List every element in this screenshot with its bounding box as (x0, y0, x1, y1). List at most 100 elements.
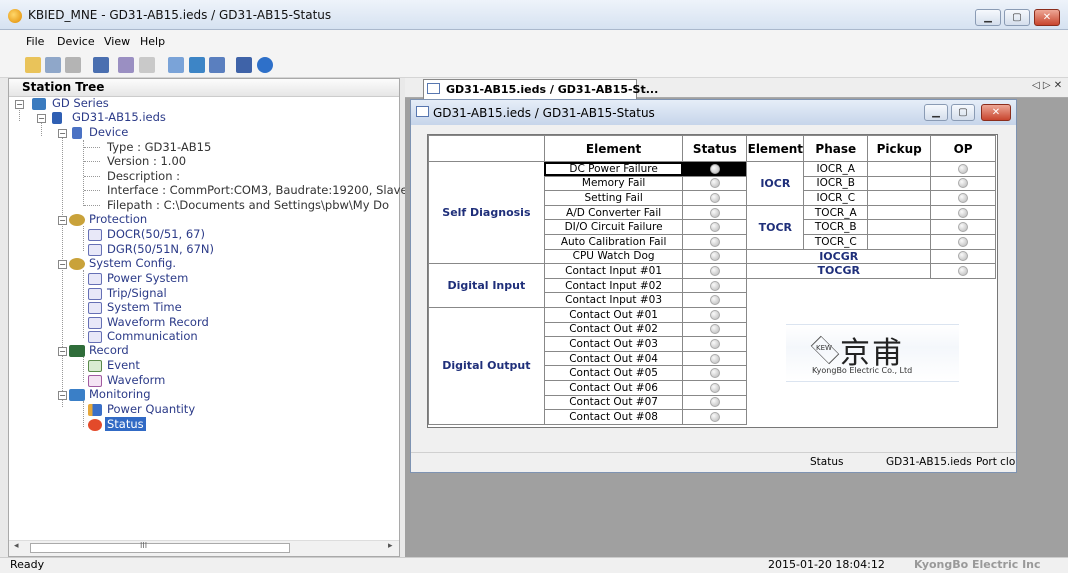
pickup-cell (867, 219, 932, 235)
tree-item-communication[interactable]: Communication (107, 329, 198, 343)
expander-gd-series[interactable]: − (15, 100, 24, 109)
settings-page-icon (88, 317, 102, 329)
expander-device[interactable]: − (58, 129, 67, 138)
tree-item-status[interactable]: Status (105, 417, 146, 431)
device-prop-description: Description : (107, 169, 181, 183)
tree-item-device[interactable]: Device (89, 125, 128, 139)
document-tab-icon (427, 83, 440, 94)
expander-system-config[interactable]: − (58, 260, 67, 269)
expander-monitoring[interactable]: − (58, 391, 67, 400)
window-icon[interactable] (236, 57, 252, 73)
phase-cell: IOCR_B (803, 175, 869, 192)
status-datetime: 2015-01-20 18:04:12 (768, 558, 885, 571)
upload-icon[interactable] (139, 57, 155, 73)
download-icon[interactable] (118, 57, 134, 73)
open-icon[interactable] (25, 57, 41, 73)
tree-item-monitoring[interactable]: Monitoring (89, 387, 151, 401)
device-prop-filepath: Filepath : C:\Documents and Settings\pbw… (107, 198, 390, 212)
tree-scroll-thumb[interactable] (30, 543, 290, 553)
status-cell (682, 248, 748, 265)
status-cell (682, 219, 748, 235)
table-row: Self Diagnosis DC Power Failure IOCR IOC… (428, 160, 996, 265)
grid-icon[interactable] (209, 57, 225, 73)
inner-minimize-button[interactable]: ▁ (924, 104, 948, 121)
op-led-icon (958, 163, 969, 174)
tree-item-power-quantity[interactable]: Power Quantity (107, 402, 195, 416)
element-cell: Contact Out #06 (543, 379, 684, 396)
menu-device[interactable]: Device (57, 35, 95, 48)
tree-line (84, 161, 100, 162)
status-led-icon (709, 207, 720, 218)
tree-item-trip-signal[interactable]: Trip/Signal (107, 286, 167, 300)
element-cell: Contact Out #01 (543, 306, 684, 323)
expander-protection[interactable]: − (58, 216, 67, 225)
op-cell (930, 248, 996, 265)
save-icon[interactable] (45, 57, 61, 73)
element-cell: Contact Input #03 (543, 292, 684, 308)
status-led-icon (709, 295, 720, 306)
tree-item-protection[interactable]: Protection (89, 212, 147, 226)
minimize-button[interactable]: ▁ (975, 9, 1001, 26)
relay-tocr: TOCR (746, 204, 805, 250)
element-cell: Auto Calibration Fail (543, 233, 684, 250)
phase-cell: IOCR_A (803, 161, 869, 177)
tree-item-power-system[interactable]: Power System (107, 271, 188, 285)
status-cell (682, 161, 748, 177)
status-light-icon (88, 419, 102, 431)
tree-item-event[interactable]: Event (107, 358, 140, 372)
tree-line (41, 121, 42, 136)
inner-close-button[interactable]: ✕ (981, 104, 1011, 121)
monitor-icon[interactable] (189, 57, 205, 73)
expander-record[interactable]: − (58, 347, 67, 356)
op-cell (930, 161, 996, 177)
header-relay-element: Element (746, 135, 805, 162)
scroll-right-icon[interactable]: ▸ (388, 541, 393, 551)
tree-item-system-time[interactable]: System Time (107, 300, 182, 314)
pickup-cell (867, 175, 932, 192)
tree-item-record[interactable]: Record (89, 343, 129, 357)
header-status: Status (682, 135, 748, 162)
tree-line (84, 147, 100, 148)
relay-tocgr: TOCGR (746, 263, 932, 279)
document-tab[interactable]: GD31-AB15.ieds / GD31-AB15-St... (423, 79, 658, 99)
menu-help[interactable]: Help (140, 35, 165, 48)
status-cell (682, 379, 748, 396)
status-led-icon (709, 192, 720, 203)
scroll-left-icon[interactable]: ◂ (14, 541, 19, 551)
status-led-icon (709, 324, 720, 335)
status-cell (682, 365, 748, 381)
tree-item-waveform-record[interactable]: Waveform Record (107, 315, 209, 329)
menu-file[interactable]: File (26, 35, 44, 48)
status-company: KyongBo Electric Inc (914, 558, 1041, 571)
connect-icon[interactable] (168, 57, 184, 73)
file-icon (52, 112, 62, 124)
menu-view[interactable]: View (104, 35, 130, 48)
close-button[interactable]: ✕ (1034, 9, 1060, 26)
tree-item-file[interactable]: GD31-AB15.ieds (72, 110, 166, 124)
settings-page-icon (88, 331, 102, 343)
expander-file[interactable]: − (37, 114, 46, 123)
tree-icon[interactable] (93, 57, 109, 73)
op-led-icon (958, 251, 969, 262)
inner-maximize-button[interactable]: ▢ (951, 104, 975, 121)
header-op: OP (930, 135, 996, 162)
group-digital-input: Digital Input (428, 263, 545, 308)
logo-mark: KEW (816, 344, 832, 352)
phase-cell: TOCR_A (803, 204, 869, 221)
element-cell[interactable]: DC Power Failure (543, 161, 684, 177)
tree-item-waveform[interactable]: Waveform (107, 373, 165, 387)
tree-line (84, 176, 100, 177)
tree-item-dgr[interactable]: DGR(50/51N, 67N) (107, 242, 214, 256)
op-cell (930, 263, 996, 279)
tree-item-system-config[interactable]: System Config. (89, 256, 176, 270)
tree-item-gd-series[interactable]: GD Series (52, 96, 109, 110)
help-icon[interactable] (257, 57, 273, 73)
settings-page-icon (88, 229, 102, 241)
close-file-icon[interactable] (65, 57, 81, 73)
pickup-cell (867, 190, 932, 206)
tab-navigation-icons[interactable]: ◁ ▷ ✕ (1032, 80, 1062, 91)
pickup-cell (867, 161, 932, 177)
tree-item-docr[interactable]: DOCR(50/51, 67) (107, 227, 205, 241)
maximize-button[interactable]: ▢ (1004, 9, 1030, 26)
relay-iocgr: IOCGR (746, 248, 932, 265)
